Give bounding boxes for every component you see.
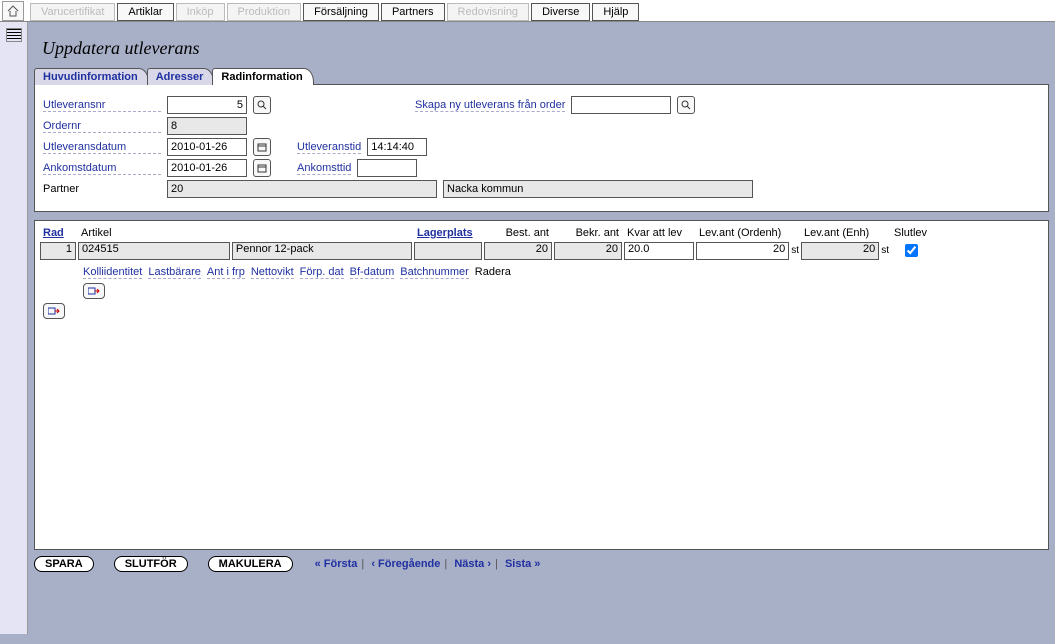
col-rad[interactable]: Rad	[39, 225, 77, 241]
line-table: Rad Artikel Lagerplats Best. ant Bekr. a…	[39, 225, 931, 260]
footer: SPARA SLUTFÖR MAKULERA « Första| ‹ Föreg…	[34, 556, 1049, 572]
menu-produktion: Produktion	[227, 3, 302, 21]
slutlev-checkbox[interactable]	[905, 244, 918, 257]
col-levord: Lev.ant (Ordenh)	[695, 225, 800, 241]
ankomsttid-input[interactable]	[357, 159, 417, 177]
cell-rad: 1	[40, 242, 76, 260]
sub-kolli: Kolliidentitet	[83, 266, 142, 279]
pager-next[interactable]: Nästa ›	[454, 558, 491, 570]
save-button[interactable]: SPARA	[34, 556, 94, 572]
ordernr-label: Ordernr	[43, 120, 161, 133]
ankomstdatum-calendar-icon[interactable]	[253, 159, 271, 177]
cell-levenh: 20	[801, 242, 879, 260]
utleveransnr-label: Utleveransnr	[43, 99, 161, 112]
row-action-icon[interactable]	[83, 283, 105, 299]
ankomstdatum-input[interactable]	[167, 159, 247, 177]
ordernr-value: 8	[167, 117, 247, 135]
home-icon[interactable]	[2, 1, 24, 21]
sub-bfdat: Bf-datum	[350, 266, 395, 279]
col-best: Best. ant	[483, 225, 553, 241]
utleveransnr-input[interactable]	[167, 96, 247, 114]
complete-button[interactable]: SLUTFÖR	[114, 556, 188, 572]
menu-försäljning[interactable]: Försäljning	[303, 3, 379, 21]
cell-lager	[414, 242, 482, 260]
cell-levord[interactable]: 20	[696, 242, 789, 260]
sub-batch: Batchnummer	[400, 266, 468, 279]
skapa-label: Skapa ny utleverans från order	[415, 99, 565, 112]
cell-best: 20	[484, 242, 552, 260]
utleveranstid-input[interactable]	[367, 138, 427, 156]
utleveranstid-label: Utleveranstid	[297, 141, 361, 154]
cell-bekr: 20	[554, 242, 622, 260]
menu-redovisning: Redovisning	[447, 3, 530, 21]
menu-partners[interactable]: Partners	[381, 3, 445, 21]
col-slutlev: Slutlev	[890, 225, 931, 241]
sub-radera: Radera	[475, 266, 511, 279]
col-levenh: Lev.ant (Enh)	[800, 225, 890, 241]
skapa-search-icon[interactable]	[677, 96, 695, 114]
ankomsttid-label: Ankomsttid	[297, 162, 351, 175]
subheaders: Kolliidentitet Lastbärare Ant i frp Nett…	[83, 266, 1044, 279]
table-row: 1 024515 Pennor 12-pack 20 20 20.0 20st …	[39, 241, 931, 260]
cell-kvar[interactable]: 20.0	[624, 242, 694, 260]
menu-artiklar[interactable]: Artiklar	[117, 3, 173, 21]
menu-diverse[interactable]: Diverse	[531, 3, 590, 21]
sub-antifrp: Ant i frp	[207, 266, 245, 279]
sub-forp: Förp. dat	[300, 266, 344, 279]
col-kvar: Kvar att lev	[623, 225, 695, 241]
grid-action-icon[interactable]	[43, 303, 65, 319]
utleveransdatum-label: Utleveransdatum	[43, 141, 161, 154]
form-panel: Utleveransnr Skapa ny utleverans från or…	[34, 84, 1049, 212]
partner-label: Partner	[43, 183, 161, 195]
tab-huvudinformation[interactable]: Huvudinformation	[34, 68, 149, 85]
utleveransnr-search-icon[interactable]	[253, 96, 271, 114]
skapa-input[interactable]	[571, 96, 671, 114]
cell-artname: Pennor 12-pack	[232, 242, 412, 260]
pager-first[interactable]: « Första	[315, 558, 358, 570]
pager-prev[interactable]: ‹ Föregående	[371, 558, 440, 570]
app-menubar: VarucertifikatArtiklarInköpProduktionFör…	[0, 0, 1055, 22]
grid-panel: Rad Artikel Lagerplats Best. ant Bekr. a…	[34, 220, 1049, 550]
sub-netto: Nettovikt	[251, 266, 294, 279]
col-lagerplats[interactable]: Lagerplats	[413, 225, 483, 241]
unit-enh: st	[879, 245, 889, 256]
void-button[interactable]: MAKULERA	[208, 556, 293, 572]
col-artikel: Artikel	[77, 225, 413, 241]
tab-adresser[interactable]: Adresser	[147, 68, 215, 85]
rail-menu-icon[interactable]	[6, 28, 22, 42]
tab-radinformation[interactable]: Radinformation	[212, 68, 313, 85]
page-title: Uppdatera utleverans	[42, 38, 1041, 59]
pager-last[interactable]: Sista »	[505, 558, 540, 570]
ankomstdatum-label: Ankomstdatum	[43, 162, 161, 175]
menu-varucertifikat: Varucertifikat	[30, 3, 115, 21]
partner-code: 20	[167, 180, 437, 198]
utleveransdatum-calendar-icon[interactable]	[253, 138, 271, 156]
sub-tabs: HuvudinformationAdresserRadinformation	[34, 68, 1049, 85]
col-bekr: Bekr. ant	[553, 225, 623, 241]
sub-lastb: Lastbärare	[148, 266, 201, 279]
menu-hjälp[interactable]: Hjälp	[592, 3, 639, 21]
unit-ord: st	[789, 245, 799, 256]
cell-artnr: 024515	[78, 242, 230, 260]
utleveransdatum-input[interactable]	[167, 138, 247, 156]
menu-inköp: Inköp	[176, 3, 225, 21]
partner-name: Nacka kommun	[443, 180, 753, 198]
left-rail	[0, 22, 28, 634]
pager: « Första| ‹ Föregående| Nästa ›| Sista »	[313, 558, 543, 570]
